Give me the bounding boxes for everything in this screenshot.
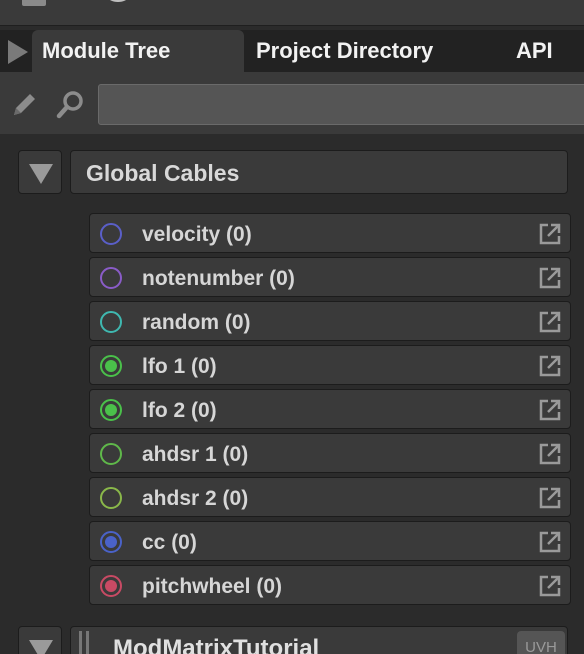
cable-dot-fill — [105, 404, 117, 416]
window-title-bar — [0, 0, 584, 26]
cable-dot-fill — [105, 360, 117, 372]
cable-label: velocity (0) — [142, 223, 252, 246]
search-icon[interactable] — [54, 87, 88, 121]
cable-status-dot-icon — [100, 531, 122, 553]
drag-handle-icon[interactable] — [79, 631, 89, 654]
play-arrow-icon[interactable] — [8, 40, 28, 64]
open-external-icon[interactable] — [538, 222, 562, 246]
open-external-icon[interactable] — [538, 398, 562, 422]
cable-status-dot-icon — [100, 487, 122, 509]
cable-status-dot-icon — [100, 311, 122, 333]
open-external-icon[interactable] — [538, 442, 562, 466]
module-title-box[interactable]: ModMatrixTutorial UVH — [70, 626, 568, 654]
cable-status-dot-icon — [100, 267, 122, 289]
tab-api[interactable]: API — [506, 30, 584, 72]
cable-row[interactable]: random (0) — [89, 301, 571, 341]
module-name: ModMatrixTutorial — [113, 635, 320, 654]
open-external-icon[interactable] — [538, 354, 562, 378]
module-badge: UVH — [517, 631, 565, 654]
tab-module-tree[interactable]: Module Tree — [32, 30, 244, 72]
cable-label: ahdsr 2 (0) — [142, 487, 249, 510]
module-collapse-button[interactable] — [18, 626, 62, 654]
cable-status-dot-icon — [100, 443, 122, 465]
open-external-icon[interactable] — [538, 530, 562, 554]
cable-row[interactable]: notenumber (0) — [89, 257, 571, 297]
cable-row[interactable]: cc (0) — [89, 521, 571, 561]
cable-status-dot-icon — [100, 399, 122, 421]
cable-label: lfo 2 (0) — [142, 399, 217, 422]
window-control-icon[interactable] — [22, 0, 46, 6]
cable-label: cc (0) — [142, 531, 197, 554]
pencil-icon[interactable] — [8, 87, 42, 121]
search-input[interactable] — [98, 84, 584, 125]
collapse-button[interactable] — [18, 150, 62, 194]
group-title: Global Cables — [70, 150, 568, 194]
cable-row[interactable]: ahdsr 2 (0) — [89, 477, 571, 517]
global-cables-header: Global Cables — [0, 150, 584, 196]
cable-label: pitchwheel (0) — [142, 575, 283, 598]
cable-dot-fill — [105, 580, 117, 592]
cable-label: ahdsr 1 (0) — [142, 443, 249, 466]
cable-row[interactable]: lfo 1 (0) — [89, 345, 571, 385]
cable-label: random (0) — [142, 311, 251, 334]
cable-row[interactable]: ahdsr 1 (0) — [89, 433, 571, 473]
cable-list: velocity (0) notenumber (0) random (0) lfo … — [89, 213, 571, 609]
cable-dot-fill — [105, 536, 117, 548]
cable-row[interactable]: lfo 2 (0) — [89, 389, 571, 429]
cable-status-dot-icon — [100, 575, 122, 597]
open-external-icon[interactable] — [538, 266, 562, 290]
triangle-down-icon — [29, 640, 53, 654]
title-glyph — [108, 0, 128, 2]
open-external-icon[interactable] — [538, 574, 562, 598]
open-external-icon[interactable] — [538, 310, 562, 334]
cable-row[interactable]: pitchwheel (0) — [89, 565, 571, 605]
cable-status-dot-icon — [100, 355, 122, 377]
cable-status-dot-icon — [100, 223, 122, 245]
tab-project-directory[interactable]: Project Directory — [246, 30, 446, 72]
module-row: ModMatrixTutorial UVH — [0, 626, 584, 654]
cable-label: notenumber (0) — [142, 267, 295, 290]
cable-row[interactable]: velocity (0) — [89, 213, 571, 253]
search-toolbar — [0, 72, 584, 134]
tab-bar: Module Tree Project Directory API — [0, 30, 584, 72]
cable-label: lfo 1 (0) — [142, 355, 217, 378]
open-external-icon[interactable] — [538, 486, 562, 510]
triangle-down-icon — [29, 164, 53, 184]
